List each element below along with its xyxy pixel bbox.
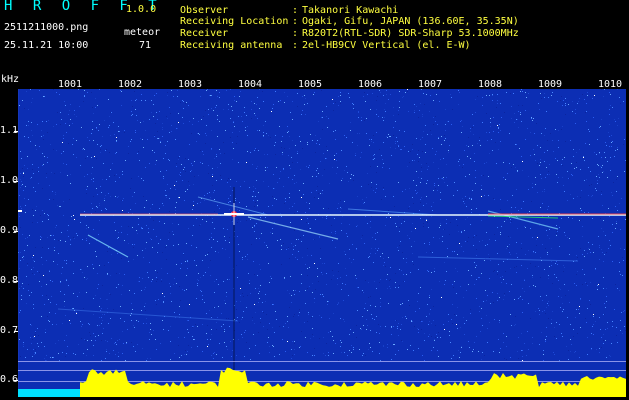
observer-key: Observer: [180, 5, 229, 16]
header: H R O F F T 1.0.0 2511211000.png 25.11.2…: [0, 0, 629, 74]
location-colon: :: [292, 16, 299, 27]
antenna-colon: :: [292, 40, 299, 51]
antenna-value: 2el-HB9CV Vertical (el. E-W): [302, 40, 471, 51]
location-key: Receiving Location: [180, 16, 289, 27]
receiver-value: R820T2(RTL-SDR) SDR-Sharp 53.1000MHz: [302, 28, 519, 39]
receiver-colon: :: [292, 28, 299, 39]
location-value: Ogaki, Gifu, JAPAN (136.60E, 35.35N): [302, 16, 519, 27]
freq-axis: 1.1 1.0 0.9 0.8 0.7 0.6: [0, 89, 18, 400]
spectrogram-plot: [18, 89, 626, 397]
antenna-key: Receiving antenna: [180, 40, 283, 51]
detection-count: 71: [139, 40, 152, 51]
filename-label: 2511211000.png: [4, 22, 89, 33]
observer-value: Takanori Kawachi: [302, 5, 399, 16]
datetime-label: 25.11.21 10:00: [4, 40, 89, 51]
observer-colon: :: [292, 5, 299, 16]
app-version: 1.0.0: [126, 4, 157, 15]
spectrogram-canvas: [18, 89, 626, 397]
detection-type-label: meteor: [124, 27, 161, 38]
receiver-key: Receiver: [180, 28, 229, 39]
baseline-bar: [18, 389, 80, 397]
